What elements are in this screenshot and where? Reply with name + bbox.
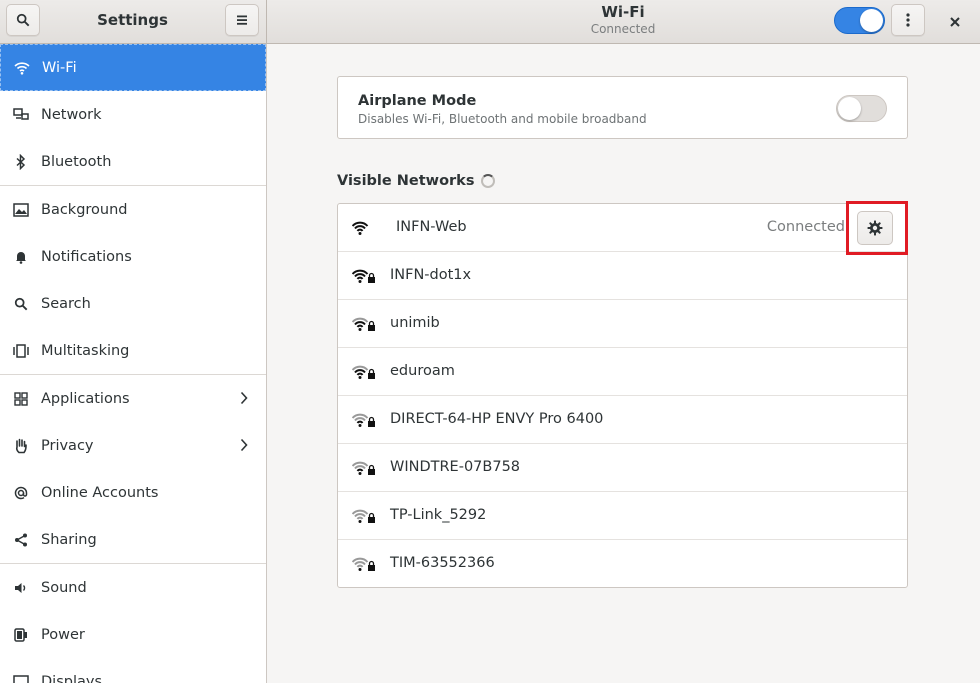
wifi-signal-icon <box>352 221 369 235</box>
background-icon <box>13 202 29 218</box>
sidebar-item-network[interactable]: Network <box>0 91 266 138</box>
wifi-icon <box>14 60 30 76</box>
share-icon <box>13 532 29 548</box>
network-row[interactable]: INFN-Web Connected <box>338 204 907 252</box>
sidebar-item-label: Privacy <box>41 437 94 454</box>
sidebar-item-privacy[interactable]: Privacy <box>0 422 266 469</box>
display-icon <box>13 674 29 683</box>
network-row[interactable]: TIM-63552366 <box>338 540 907 588</box>
network-name: INFN-Web <box>396 219 467 235</box>
sidebar-item-label: Bluetooth <box>41 153 112 170</box>
sidebar-item-search[interactable]: Search <box>0 280 266 327</box>
network-name: TIM-63552366 <box>390 555 495 571</box>
sidebar-item-label: Power <box>41 626 85 643</box>
wifi-secure-icon <box>352 365 375 379</box>
close-button[interactable] <box>943 10 967 34</box>
bluetooth-icon <box>13 153 29 170</box>
sidebar-header: Settings <box>0 0 267 44</box>
main-menu-button[interactable] <box>225 4 259 36</box>
loading-spinner-icon <box>481 174 496 188</box>
sidebar-item-displays[interactable]: Displays <box>0 658 266 683</box>
toggle-knob <box>860 9 883 32</box>
sidebar-item-power[interactable]: Power <box>0 611 266 658</box>
sidebar-item-wifi[interactable]: Wi-Fi <box>0 44 266 91</box>
multitasking-icon <box>13 343 29 359</box>
search-icon <box>16 13 30 27</box>
sidebar-item-multitasking[interactable]: Multitasking <box>0 327 266 374</box>
network-name: INFN-dot1x <box>390 267 472 283</box>
network-name: TP-Link_5292 <box>390 507 487 523</box>
network-name: unimib <box>390 315 440 331</box>
sidebar-item-label: Network <box>41 106 102 123</box>
visible-networks-title: Visible Networks <box>337 173 475 189</box>
sidebar-item-background[interactable]: Background <box>0 186 266 233</box>
sidebar: Wi-Fi Network Bluetooth Background Notif… <box>0 44 267 683</box>
highlight-box <box>846 201 908 255</box>
wifi-secure-icon <box>352 413 375 427</box>
close-icon <box>950 17 960 27</box>
page-subtitle: Connected <box>590 22 656 36</box>
power-plug-icon <box>13 627 29 643</box>
wifi-secure-icon <box>352 269 375 283</box>
network-row[interactable]: eduroam <box>338 348 907 396</box>
sidebar-item-applications[interactable]: Applications <box>0 375 266 422</box>
search-icon <box>13 296 29 312</box>
network-row[interactable]: unimib <box>338 300 907 348</box>
network-name: WINDTRE-07B758 <box>390 459 521 475</box>
network-status: Connected <box>766 219 845 235</box>
grid-icon <box>13 391 29 407</box>
sidebar-item-online-accounts[interactable]: Online Accounts <box>0 469 266 516</box>
hamburger-icon <box>237 15 247 25</box>
wifi-toggle[interactable] <box>834 7 885 34</box>
wifi-secure-icon <box>352 317 375 331</box>
sidebar-item-label: Online Accounts <box>41 484 159 501</box>
main-panel: Airplane Mode Disables Wi-Fi, Bluetooth … <box>268 44 980 683</box>
wifi-secure-icon <box>352 461 375 475</box>
network-row[interactable]: WINDTRE-07B758 <box>338 444 907 492</box>
network-icon <box>13 107 29 123</box>
airplane-mode-subtitle: Disables Wi-Fi, Bluetooth and mobile bro… <box>358 112 647 126</box>
sidebar-item-bluetooth[interactable]: Bluetooth <box>0 138 266 185</box>
visible-networks-heading: Visible Networks <box>337 173 496 189</box>
at-icon <box>13 485 29 501</box>
hand-icon <box>13 438 29 454</box>
network-row[interactable]: INFN-dot1x <box>338 252 907 300</box>
sidebar-item-label: Applications <box>41 390 130 407</box>
network-list: INFN-Web Connected INFN-dot1x unimib edu… <box>337 203 908 588</box>
network-name: eduroam <box>390 363 455 379</box>
chevron-right-icon <box>240 391 248 405</box>
airplane-mode-toggle[interactable] <box>836 95 887 122</box>
airplane-mode-title: Airplane Mode <box>358 93 477 109</box>
sidebar-item-label: Multitasking <box>41 342 130 359</box>
bell-icon <box>13 249 29 265</box>
network-row[interactable]: DIRECT-64-HP ENVY Pro 6400 <box>338 396 907 444</box>
header-bar: Settings Wi-Fi Connected <box>0 0 980 44</box>
sidebar-item-label: Wi-Fi <box>42 59 77 76</box>
sidebar-item-notifications[interactable]: Notifications <box>0 233 266 280</box>
sidebar-item-sound[interactable]: Sound <box>0 564 266 611</box>
sidebar-item-label: Sound <box>41 579 87 596</box>
more-options-button[interactable] <box>891 4 925 36</box>
vertical-dots-icon <box>906 13 910 27</box>
sidebar-item-label: Search <box>41 295 91 312</box>
speaker-icon <box>13 580 29 596</box>
sidebar-item-sharing[interactable]: Sharing <box>0 516 266 563</box>
search-button[interactable] <box>6 4 40 36</box>
sidebar-item-label: Notifications <box>41 248 132 265</box>
network-row[interactable]: TP-Link_5292 <box>338 492 907 540</box>
chevron-right-icon <box>240 438 248 452</box>
network-name: DIRECT-64-HP ENVY Pro 6400 <box>390 411 604 427</box>
airplane-mode-row: Airplane Mode Disables Wi-Fi, Bluetooth … <box>337 76 908 139</box>
sidebar-item-label: Sharing <box>41 531 97 548</box>
wifi-secure-icon <box>352 557 375 571</box>
wifi-secure-icon <box>352 509 375 523</box>
page-title-block: Wi-Fi Connected <box>523 3 723 37</box>
sidebar-item-label: Displays <box>41 673 103 683</box>
sidebar-title: Settings <box>97 11 168 29</box>
page-title: Wi-Fi <box>601 3 645 21</box>
sidebar-item-label: Background <box>41 201 128 218</box>
toggle-knob <box>838 97 861 120</box>
